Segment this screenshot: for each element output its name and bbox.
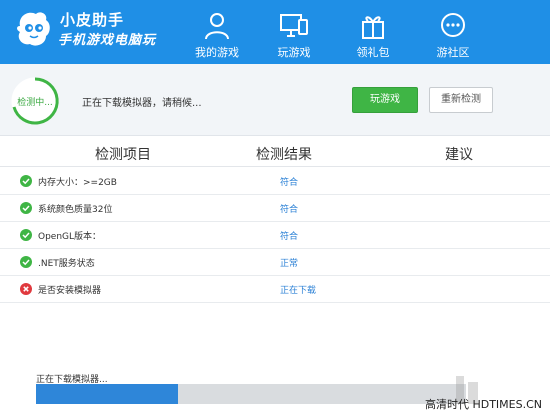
table-row: 内存大小：>=2GB 符合 [0, 168, 550, 195]
watermark-text: 高清时代 HDTIMES.CN [424, 398, 542, 411]
check-icon [20, 202, 32, 214]
row-result[interactable]: 正在下载 [280, 283, 316, 296]
row-label: OpenGL版本： [38, 232, 102, 242]
detection-status-bar: 检测中... 正在下载模拟器，请稍候... 玩游戏 重新检测 [0, 64, 550, 136]
table-row: OpenGL版本： 符合 [0, 222, 550, 249]
app-header: 小皮助手 手机游戏电脑玩 我的游戏 玩游戏 领礼包 游社区 [0, 0, 550, 64]
row-result[interactable]: 符合 [280, 229, 298, 242]
header-divider [0, 166, 550, 167]
download-progress-fill [36, 384, 178, 404]
table-row: 系统颜色质量32位 符合 [0, 195, 550, 222]
row-result[interactable]: 正常 [280, 256, 298, 269]
monitor-icon [280, 14, 308, 37]
error-icon [20, 283, 32, 295]
check-icon [20, 229, 32, 241]
nav-label: 玩游戏 [277, 46, 311, 59]
table-row: .NET服务状态 正常 [0, 249, 550, 276]
nav-my-games[interactable]: 我的游戏 [182, 0, 252, 64]
nav-label: 游社区 [436, 46, 470, 59]
row-label: 内存大小：>=2GB [38, 178, 117, 188]
column-header-advice: 建议 [445, 147, 473, 163]
recheck-button[interactable]: 重新检测 [429, 87, 493, 113]
row-label: 系统颜色质量32位 [38, 205, 113, 215]
download-progress-bar [36, 384, 466, 404]
row-label: .NET服务状态 [38, 259, 95, 269]
detection-circle-label: 检测中... [17, 98, 53, 108]
row-label: 是否安装模拟器 [38, 286, 102, 296]
row-result[interactable]: 符合 [280, 175, 298, 188]
gift-icon [362, 16, 384, 39]
check-icon [20, 256, 32, 268]
nav-play-games[interactable]: 玩游戏 [259, 0, 329, 64]
play-game-button[interactable]: 玩游戏 [352, 87, 418, 113]
brand-title: 小皮助手 [60, 11, 125, 29]
table-row: 是否安装模拟器 正在下载 [0, 276, 550, 303]
user-icon [205, 13, 229, 40]
logo-icon [17, 12, 50, 46]
chat-icon [441, 13, 465, 37]
column-header-result: 检测结果 [256, 147, 312, 163]
nav-label: 领礼包 [356, 46, 390, 59]
column-header-item: 检测项目 [95, 147, 151, 163]
nav-community[interactable]: 游社区 [418, 0, 488, 64]
row-result[interactable]: 符合 [280, 202, 298, 215]
nav-gift[interactable]: 领礼包 [338, 0, 408, 64]
status-message: 正在下载模拟器，请稍候... [82, 98, 202, 109]
check-icon [20, 175, 32, 187]
brand-subtitle: 手机游戏电脑玩 [58, 33, 157, 48]
nav-label: 我的游戏 [195, 46, 239, 59]
